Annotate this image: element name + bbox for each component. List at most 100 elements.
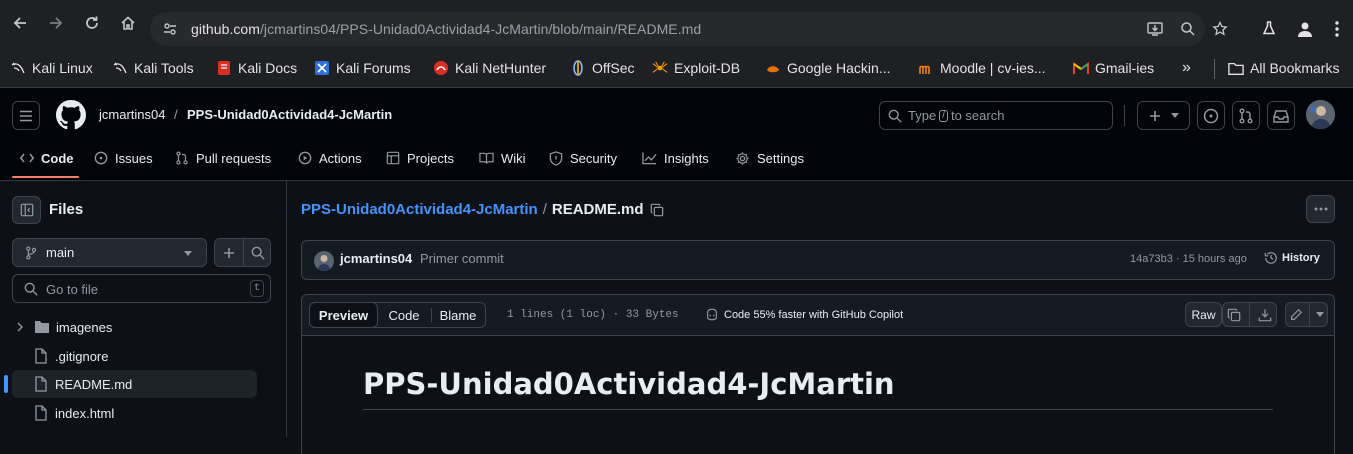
commit-author[interactable]: jcmartins04 [340,251,412,266]
file-icon [35,405,47,421]
avatar[interactable] [1306,100,1335,129]
bookmarks-overflow-button[interactable]: » [1182,57,1191,79]
tree-item-imagenes[interactable]: imagenes [12,313,257,341]
reload-button[interactable] [82,13,102,33]
git-pull-request-icon [176,151,188,165]
go-to-file-shortcut: t [250,280,264,297]
edit-group [1285,302,1328,327]
pencil-icon[interactable] [1289,308,1303,322]
search-input[interactable]: Type / to search [879,101,1113,130]
file-icon [35,376,47,392]
repo-name-link[interactable]: PPS-Unidad0Actividad4-JcMartin [187,107,392,122]
home-icon [121,16,135,30]
home-button[interactable] [118,13,138,33]
download-icon[interactable] [1258,308,1272,322]
tab-code[interactable]: Code [20,148,74,168]
triangle-down-icon [184,251,192,256]
bookmark-kali-linux[interactable]: Kali Linux [10,57,93,79]
tab-insights[interactable]: Insights [642,148,709,168]
commit-message[interactable]: Primer commit [420,251,504,266]
breadcrumb-repo-link[interactable]: PPS-Unidad0Actividad4-JcMartin [301,201,538,218]
forward-button[interactable] [46,13,66,33]
hamburger-menu-button[interactable] [12,101,40,130]
browser-menu-icon[interactable] [1334,20,1340,38]
pull-requests-button[interactable] [1232,101,1260,130]
play-icon [298,151,312,165]
plus-icon[interactable] [223,247,235,259]
tree-item-readme[interactable]: README.md [4,370,257,398]
tab-projects[interactable]: Projects [386,148,454,168]
file-icon [35,348,47,364]
copy-icon[interactable] [650,203,664,217]
tree-item-index-html[interactable]: index.html [12,399,257,427]
bookmark-star-icon[interactable] [1212,21,1228,37]
commit-meta[interactable]: 14a73b3 · 15 hours ago [1130,253,1247,265]
three-bars-icon [20,110,32,121]
site-settings-icon[interactable] [163,22,177,36]
profile-icon[interactable] [1296,20,1314,38]
triangle-down-icon[interactable] [1316,312,1324,317]
bookmark-kali-nethunter[interactable]: Kali NetHunter [433,57,546,79]
go-to-file-input[interactable]: Go to file t [12,274,271,303]
arrow-right-icon [50,17,63,29]
tree-item-gitignore[interactable]: .gitignore [12,342,257,370]
copy-icon[interactable] [1227,308,1241,322]
code-view-tab[interactable]: Code [377,303,431,327]
breadcrumb-file-name: README.md [551,201,644,218]
bookmark-google-hacking[interactable]: Google Hackin... [765,57,891,79]
issue-opened-icon [94,151,108,165]
branch-select-button[interactable]: main [12,238,207,267]
blame-tab[interactable]: Blame [432,303,484,327]
tab-settings[interactable]: Settings [735,148,804,168]
tab-pull-requests[interactable]: Pull requests [175,148,271,168]
bookmark-kali-docs[interactable]: Kali Docs [216,57,297,79]
labs-flask-icon[interactable] [1261,20,1277,36]
search-icon [888,109,902,123]
tab-wiki[interactable]: Wiki [479,148,526,168]
kali-dragon-icon [112,60,128,76]
history-button[interactable]: History [1264,251,1320,265]
url-text: github.com/jcmartins04/PPS-Unidad0Activi… [191,21,702,37]
inbox-button[interactable] [1267,101,1295,130]
install-app-icon[interactable] [1146,20,1164,38]
tab-issues[interactable]: Issues [94,148,153,168]
zoom-icon[interactable] [1180,21,1196,37]
file-tree-sidebar: Files main Go to file t imagenes .gitign… [0,181,287,437]
preview-tab[interactable]: Preview [309,302,378,328]
search-icon[interactable] [251,246,265,260]
plus-icon [1149,110,1160,121]
bookmark-kali-forums[interactable]: Kali Forums [314,57,411,79]
bookmark-offsec[interactable]: OffSec [570,57,635,79]
triangle-down-icon [1170,112,1179,118]
folder-icon [35,321,49,333]
back-button[interactable] [10,13,30,33]
table-icon [386,151,400,165]
moodle-icon [918,60,934,76]
gear-icon [736,151,749,165]
tab-security[interactable]: Security [549,148,617,168]
bookmark-gmail-ies[interactable]: Gmail-ies [1073,57,1154,79]
history-icon [1264,252,1277,264]
create-new-button[interactable] [1137,101,1190,130]
folder-icon [1228,60,1244,76]
raw-button[interactable]: Raw [1185,302,1222,327]
owner-link[interactable]: jcmartins04 [99,107,165,122]
tab-actions[interactable]: Actions [298,148,362,168]
commit-author-avatar[interactable] [314,251,334,271]
branch-name: main [46,245,75,260]
address-bar[interactable]: github.com/jcmartins04/PPS-Unidad0Activi… [150,12,1205,46]
reload-icon [86,16,98,29]
issues-button[interactable] [1197,101,1225,130]
chevron-right-icon [17,322,23,332]
more-options-button[interactable] [1306,195,1335,223]
collapse-sidebar-button[interactable] [12,196,41,224]
files-title: Files [49,201,84,218]
bookmark-moodle[interactable]: Moodle | cv-ies... [918,57,1046,79]
readme-heading: PPS-Unidad0Actividad4-JcMartin [363,367,895,401]
all-bookmarks-button[interactable]: All Bookmarks [1228,57,1339,79]
github-logo-icon[interactable] [56,100,86,130]
copilot-promo-link[interactable]: Code 55% faster with GitHub Copilot [705,308,903,321]
code-icon [20,153,34,163]
bookmark-exploit-db[interactable]: Exploit-DB [652,57,740,79]
bookmark-kali-tools[interactable]: Kali Tools [112,57,194,79]
